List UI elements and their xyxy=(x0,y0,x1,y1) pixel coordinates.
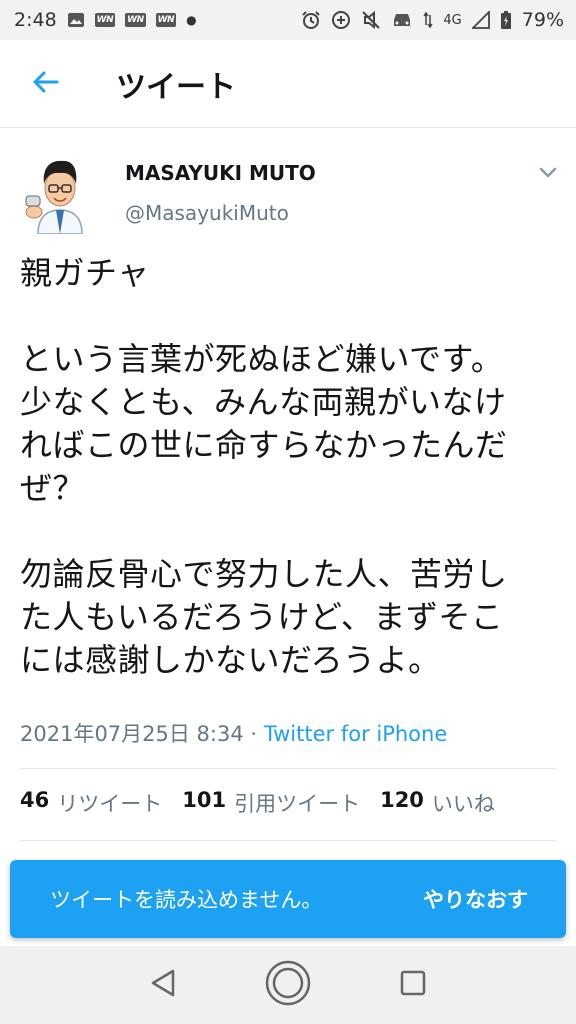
arrow-left-icon xyxy=(31,68,59,100)
data-saver-icon xyxy=(331,10,351,30)
quote-count: 101 xyxy=(182,788,227,812)
quote-label: 引用ツイート xyxy=(234,792,361,816)
retweets-stat[interactable]: 46 リツイート xyxy=(20,788,162,818)
tweet-line: た人もいるだろうけど、まずそこ xyxy=(20,598,504,636)
toast-message: ツイートを読み込めません。 xyxy=(50,888,323,912)
image-icon xyxy=(67,12,85,28)
network-type: 4G xyxy=(443,12,462,28)
nav-recents-button[interactable] xyxy=(383,955,443,1015)
wn-icon: WN xyxy=(155,13,177,27)
status-bar: 2:48 WN WN WN ● 4G 79% xyxy=(0,0,576,40)
tweet-timestamp[interactable]: 2021年07月25日 8:34 xyxy=(20,722,244,746)
no-sound-icon xyxy=(361,10,381,30)
system-nav-bar xyxy=(0,946,576,1024)
tweet-meta: 2021年07月25日 8:34 · Twitter for iPhone xyxy=(20,718,447,748)
battery-charging-icon xyxy=(500,10,512,30)
quote-tweets-stat[interactable]: 101 引用ツイート xyxy=(182,788,360,818)
display-name[interactable]: MASAYUKI MUTO xyxy=(125,161,316,185)
wn-icon: WN xyxy=(94,13,116,27)
app-bar: ツイート xyxy=(0,40,576,128)
page-title: ツイート xyxy=(116,69,236,105)
wifi-arrows-icon xyxy=(423,11,434,29)
tweet-source-link[interactable]: Twitter for iPhone xyxy=(264,722,448,746)
home-circle-icon xyxy=(264,959,312,1011)
tweet-line: 勿論反骨心で努力した人、苦労し xyxy=(20,555,508,593)
tweet-line: ぜ？ xyxy=(20,469,86,507)
nav-home-button[interactable] xyxy=(258,955,318,1015)
tweet-stats: 46 リツイート 101 引用ツイート 120 いいね xyxy=(20,788,495,818)
avatar[interactable] xyxy=(20,154,100,235)
triangle-back-icon xyxy=(149,968,177,1002)
retweet-label: リツイート xyxy=(57,792,163,816)
likes-stat[interactable]: 120 いいね xyxy=(380,788,495,818)
nav-back-button[interactable] xyxy=(133,955,193,1015)
like-label: いいね xyxy=(431,792,495,816)
retweet-count: 46 xyxy=(20,788,50,812)
like-count: 120 xyxy=(380,788,424,812)
user-handle[interactable]: @MasayukiMuto xyxy=(125,201,289,225)
error-toast: ツイートを読み込めません。 やりなおす xyxy=(10,860,566,938)
wn-icon: WN xyxy=(125,13,146,27)
status-time: 2:48 xyxy=(14,9,57,31)
square-recents-icon xyxy=(399,969,427,1001)
tweet-line: 少なくとも、みんな両親がいなけ xyxy=(20,383,507,421)
tweet-line: 親ガチャ xyxy=(20,254,150,292)
chevron-down-icon[interactable] xyxy=(536,162,560,182)
tweet-text: 親ガチャ という言葉が死ぬほど嫌いです。 少なくとも、みんな両親がいなけ ればこ… xyxy=(20,252,560,682)
tweet-header: MASAYUKI MUTO @MasayukiMuto xyxy=(0,150,576,240)
signal-icon xyxy=(471,11,490,29)
tweet-line: という言葉が死ぬほど嫌いです。 xyxy=(20,340,504,378)
tweet-line: ればこの世に命すらなかったんだ xyxy=(20,426,508,464)
meta-separator: · xyxy=(243,722,264,746)
tweet-line: には感謝しかないだろうよ。 xyxy=(20,641,441,679)
back-button[interactable] xyxy=(0,40,90,128)
alarm-icon xyxy=(301,10,321,30)
dot-icon: ● xyxy=(186,13,197,27)
divider xyxy=(20,768,556,769)
car-icon xyxy=(391,11,413,29)
battery-percent: 79% xyxy=(521,9,564,31)
divider xyxy=(20,840,556,841)
retry-button[interactable]: やりなおす xyxy=(423,884,528,914)
